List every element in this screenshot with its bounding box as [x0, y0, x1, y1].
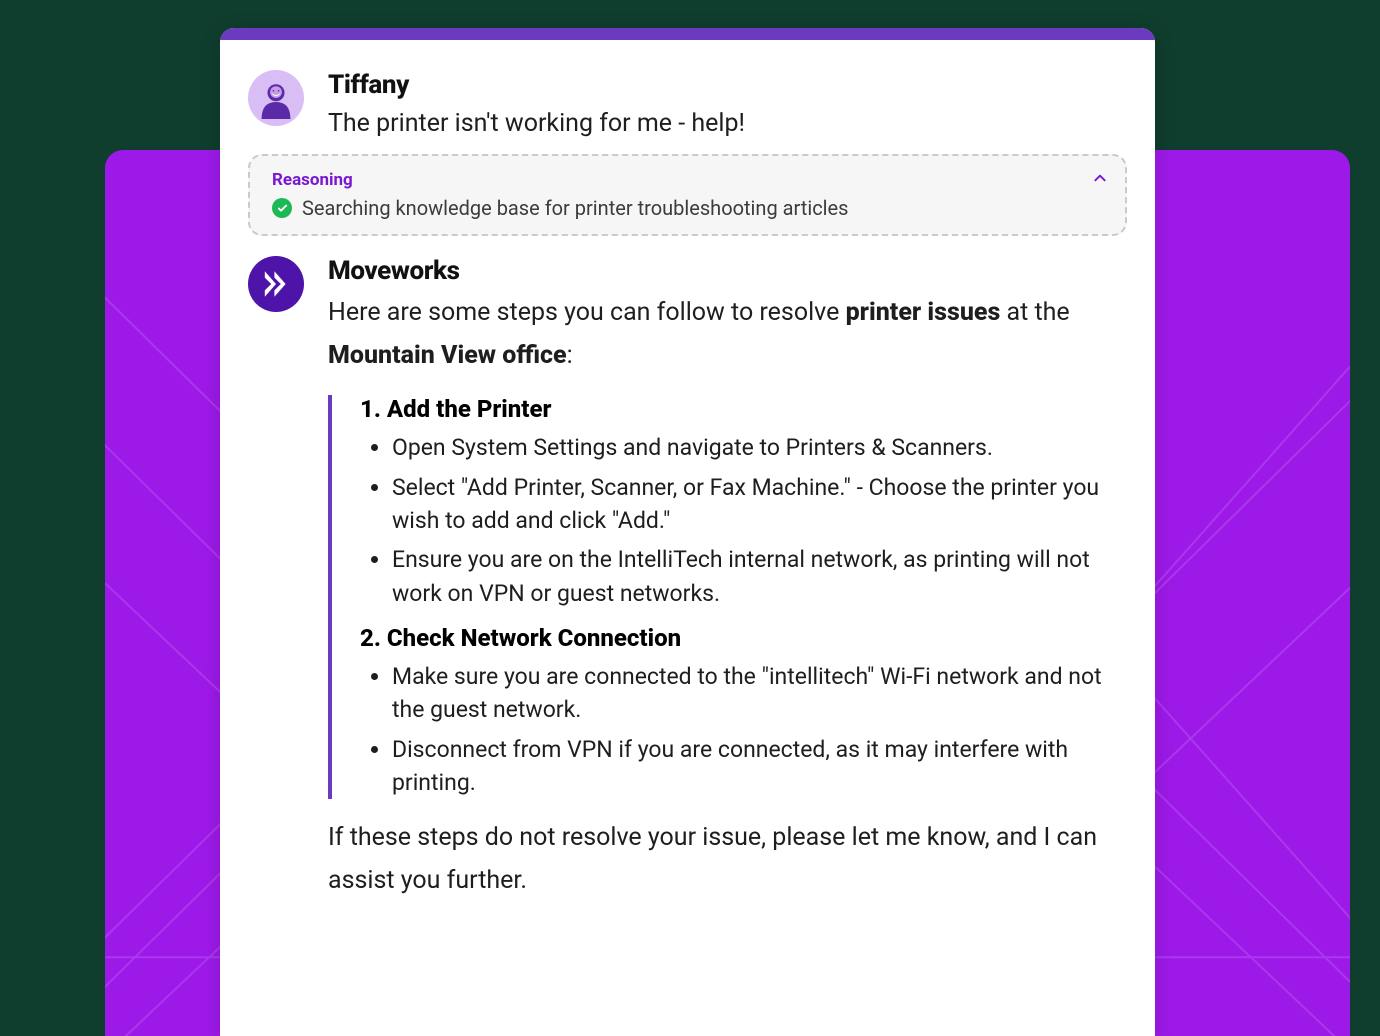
step-bullets: Open System Settings and navigate to Pri…: [360, 431, 1127, 610]
person-icon: [255, 77, 297, 119]
steps-block: 1. Add the Printer Open System Settings a…: [328, 395, 1127, 799]
chevron-up-icon[interactable]: [1093, 170, 1107, 189]
reasoning-panel[interactable]: Reasoning Searching knowledge base for p…: [248, 154, 1127, 236]
list-item: Open System Settings and navigate to Pri…: [392, 431, 1127, 464]
step-title: 1. Add the Printer: [360, 395, 1127, 423]
step-bullets: Make sure you are connected to the "inte…: [360, 660, 1127, 799]
step-title: 2. Check Network Connection: [360, 624, 1127, 652]
bot-intro-text: Here are some steps you can follow to re…: [328, 292, 1127, 377]
reasoning-step-text: Searching knowledge base for printer tro…: [302, 196, 848, 220]
check-circle-icon: [272, 198, 292, 218]
chat-card: Tiffany The printer isn't working for me…: [220, 28, 1155, 1036]
user-avatar: [248, 70, 304, 126]
list-item: Select "Add Printer, Scanner, or Fax Mac…: [392, 471, 1127, 538]
reasoning-label: Reasoning: [272, 170, 1103, 190]
user-message-text: The printer isn't working for me - help!: [328, 106, 1127, 142]
list-item: Disconnect from VPN if you are connected…: [392, 733, 1127, 800]
bot-outro-text: If these steps do not resolve your issue…: [328, 817, 1127, 902]
card-top-accent: [220, 28, 1155, 40]
bot-message-row: Moveworks Here are some steps you can fo…: [220, 236, 1155, 914]
bot-avatar: [248, 256, 304, 312]
bot-name: Moveworks: [328, 256, 1127, 286]
user-message-row: Tiffany The printer isn't working for me…: [220, 40, 1155, 154]
list-item: Make sure you are connected to the "inte…: [392, 660, 1127, 727]
moveworks-logo-icon: [260, 268, 292, 300]
list-item: Ensure you are on the IntelliTech intern…: [392, 543, 1127, 610]
user-name: Tiffany: [328, 70, 1127, 100]
